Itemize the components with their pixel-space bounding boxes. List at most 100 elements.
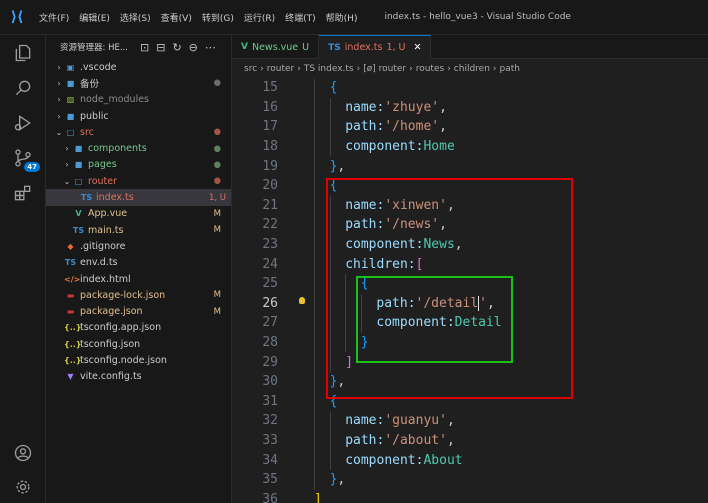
breadcrumb-item[interactable]: src — [244, 64, 257, 74]
indent-guide — [314, 195, 315, 216]
code-token: , — [337, 472, 346, 488]
scm-badge: 47 — [24, 162, 40, 172]
code-token: path: — [345, 433, 385, 449]
menu-item[interactable]: 选择(S) — [115, 11, 156, 24]
tree-item[interactable]: › ■ components ● — [46, 140, 231, 156]
menu-item[interactable]: 终端(T) — [280, 11, 321, 24]
indent-guide — [314, 117, 315, 137]
code-line: 19}, — [232, 156, 708, 176]
code-line: 36] — [232, 490, 708, 503]
tree-item[interactable]: V App.vue M — [46, 206, 231, 222]
line-number: 16 — [262, 99, 278, 115]
tree-item[interactable]: ⌄ □ src ● — [46, 124, 231, 140]
git-status: M — [213, 290, 221, 301]
explorer-icon[interactable] — [11, 41, 35, 65]
menu-item[interactable]: 文件(F) — [34, 11, 74, 24]
code-token: ] — [314, 491, 322, 503]
menu-item[interactable]: 查看(V) — [156, 11, 197, 24]
file-type-icon: ▬ — [66, 307, 75, 317]
tree-item-label: public — [80, 110, 109, 122]
file-type-icon: TS — [72, 225, 85, 235]
code-token: name: — [345, 413, 385, 429]
code-editor[interactable]: 15{16 name:'zhuye', 17 path:'/home', 18 compo… — [232, 79, 708, 503]
breadcrumb-item[interactable]: TS index.ts — [304, 64, 354, 74]
collapse-all-icon[interactable]: ⊖ — [189, 41, 198, 54]
menu-item[interactable]: 编辑(E) — [74, 11, 115, 24]
menu-item[interactable]: 转到(G) — [197, 11, 239, 24]
git-status: ● — [213, 176, 221, 187]
indent-guide — [329, 117, 331, 137]
explorer-title: 资源管理器: HE... — [60, 43, 128, 53]
tree-item-label: tsconfig.node.json — [80, 354, 167, 366]
tree-item[interactable]: TS main.ts M — [46, 222, 231, 238]
tree-item[interactable]: {..} tsconfig.app.json — [46, 320, 231, 336]
tree-item[interactable]: › ▣ .vscode — [46, 59, 231, 75]
new-folder-icon[interactable]: ⊟ — [156, 41, 165, 54]
run-debug-icon[interactable] — [11, 111, 35, 135]
code-line: 35}, — [232, 470, 708, 490]
tree-item-label: vite.config.ts — [80, 371, 142, 383]
line-number: 24 — [262, 256, 278, 272]
tree-item[interactable]: TS index.ts 1, U — [46, 189, 231, 206]
breadcrumb-item[interactable]: children — [454, 64, 490, 74]
tree-item-label: node_modules — [80, 94, 150, 106]
code-text: path:'/home', — [345, 119, 447, 134]
menu-item[interactable]: 帮助(H) — [321, 11, 363, 24]
tree-item[interactable]: ◆ .gitignore — [46, 238, 231, 254]
tree-item[interactable]: TS env.d.ts — [46, 255, 231, 271]
file-type-icon: {..} — [64, 355, 82, 365]
new-file-icon[interactable]: ⊡ — [140, 41, 149, 54]
file-type-icon: V — [75, 209, 82, 219]
tree-item[interactable]: › ■ pages ● — [46, 157, 231, 173]
breadcrumb-item[interactable]: path — [500, 64, 520, 74]
indent-guide — [329, 450, 331, 470]
code-token: path: — [345, 119, 385, 135]
code-text: path:'/about', — [345, 433, 455, 448]
search-icon[interactable] — [11, 76, 35, 100]
more-actions-icon[interactable]: ⋯ — [205, 41, 216, 54]
window-title: index.ts - hello_vue3 - Visual Studio Co… — [384, 12, 571, 22]
editor-tab[interactable]: V News.vue U — [232, 35, 320, 59]
breadcrumb-item[interactable]: routes — [416, 64, 444, 74]
tree-item[interactable]: ▬ package.json M — [46, 303, 231, 319]
breadcrumb-item[interactable]: [ø] router — [363, 64, 406, 74]
tab-status: U — [302, 41, 310, 53]
close-icon[interactable]: ✕ — [413, 42, 421, 53]
activity-bar: 47 — [0, 35, 46, 503]
git-status: M — [213, 208, 221, 219]
code-token: { — [329, 80, 338, 96]
indent-guide — [329, 411, 331, 431]
account-icon[interactable] — [11, 441, 35, 465]
tree-item[interactable]: {..} tsconfig.node.json — [46, 352, 231, 368]
editor-tab[interactable]: TS index.ts 1, U ✕ — [319, 35, 432, 59]
refresh-icon[interactable]: ↻ — [172, 41, 181, 54]
file-type-icon: {..} — [64, 323, 82, 333]
line-number: 20 — [262, 178, 278, 194]
code-text: }, — [330, 472, 346, 487]
file-type-icon: V — [241, 42, 248, 52]
code-text: component:Home — [345, 139, 455, 154]
tree-item[interactable]: ▼ vite.config.ts — [46, 369, 231, 385]
menu-item[interactable]: 运行(R) — [239, 11, 280, 24]
indent-guide — [329, 97, 331, 118]
source-control-icon[interactable]: 47 — [11, 146, 40, 172]
indent-guide — [314, 79, 315, 98]
lightbulb-icon[interactable] — [299, 297, 305, 304]
line-number: 33 — [262, 433, 278, 449]
line-number: 28 — [262, 335, 278, 351]
line-number: 25 — [262, 276, 278, 292]
file-type-icon: TS — [64, 258, 77, 268]
file-type-icon: ▼ — [67, 372, 74, 382]
tree-item[interactable]: › ■ 备份 ● — [46, 75, 231, 91]
tree-item[interactable]: ⌄ □ router ● — [46, 173, 231, 189]
settings-gear-icon[interactable] — [11, 475, 35, 499]
extensions-icon[interactable] — [11, 181, 35, 205]
tree-item[interactable]: › ▨ node_modules — [46, 92, 231, 108]
tree-item[interactable]: ▬ package-lock.json M — [46, 287, 231, 303]
tree-item[interactable]: {..} tsconfig.json — [46, 336, 231, 352]
explorer-panel: 资源管理器: HE... ⊡ ⊟ ↻ ⊖ ⋯ › ▣ .vscode › ■ 备份 ● › ▨ n… — [46, 35, 232, 503]
tree-item[interactable]: </> index.html — [46, 271, 231, 287]
tree-item[interactable]: › ■ public — [46, 108, 231, 124]
file-type-icon: ▣ — [66, 62, 75, 72]
breadcrumb-item[interactable]: router — [267, 64, 294, 74]
